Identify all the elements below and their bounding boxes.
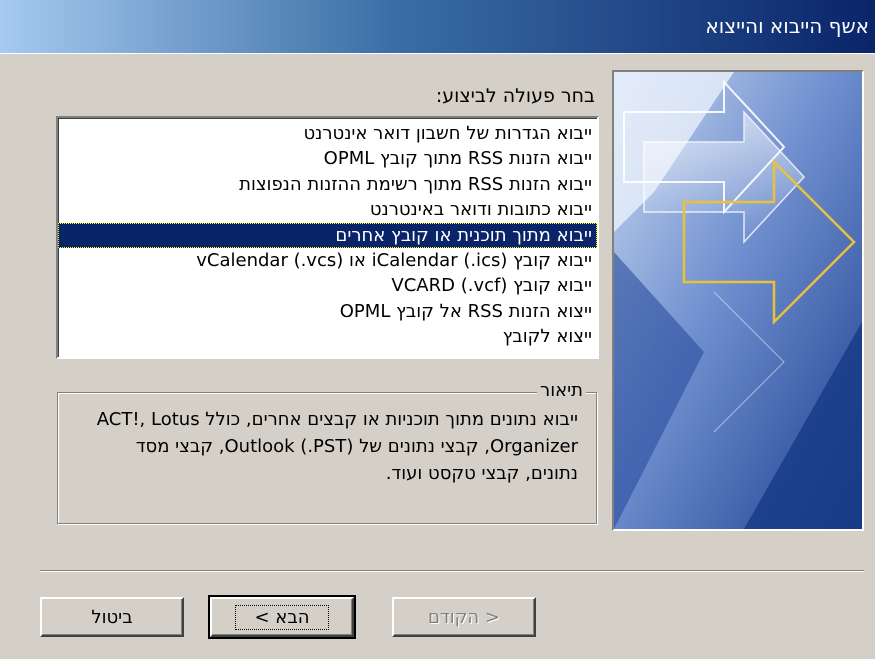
list-item[interactable]: ייבוא קובץ iCalendar (.ics) או vCalendar… bbox=[58, 248, 597, 273]
list-item[interactable]: ייבוא הזנות RSS מתוך רשימת ההזנות הנפוצו… bbox=[58, 172, 597, 197]
action-prompt-label: בחר פעולה לביצוע: bbox=[435, 85, 595, 107]
next-button-label: הבא > bbox=[235, 604, 329, 630]
window-title: אשף הייבוא והייצוא bbox=[705, 14, 869, 38]
list-item[interactable]: ייצוא לקובץ bbox=[58, 324, 597, 349]
back-button-label: < הקודם bbox=[427, 606, 500, 628]
title-bar[interactable]: אשף הייבוא והייצוא bbox=[0, 0, 875, 54]
cancel-button[interactable]: ביטול bbox=[40, 597, 184, 637]
cancel-button-label: ביטול bbox=[91, 606, 133, 628]
list-item[interactable]: ייבוא כתובות ודואר באינטרנט bbox=[58, 197, 597, 222]
wizard-image bbox=[612, 70, 864, 531]
next-button[interactable]: הבא > bbox=[208, 595, 356, 639]
list-item[interactable]: ייבוא קובץ VCARD (.vcf) bbox=[58, 273, 597, 298]
list-item[interactable]: ייבוא מתוך תוכנית או קובץ אחרים bbox=[58, 222, 597, 248]
description-legend: תיאור bbox=[537, 380, 586, 401]
separator-line bbox=[40, 570, 864, 572]
description-text: ייבוא נתונים מתוך תוכניות או קבצים אחרים… bbox=[96, 409, 578, 484]
description-groupbox: תיאור ייבוא נתונים מתוך תוכניות או קבצים… bbox=[57, 380, 597, 524]
action-listbox[interactable]: ייבוא הגדרות של חשבון דואר אינטרנט ייבוא… bbox=[56, 116, 599, 359]
wizard-arrows-graphic bbox=[614, 72, 862, 529]
list-item[interactable]: ייבוא הגדרות של חשבון דואר אינטרנט bbox=[58, 121, 597, 146]
list-item[interactable]: ייבוא הזנות RSS מתוך קובץ OPML bbox=[58, 146, 597, 171]
back-button[interactable]: < הקודם bbox=[392, 597, 536, 637]
list-item[interactable]: ייצוא הזנות RSS אל קובץ OPML bbox=[58, 299, 597, 324]
